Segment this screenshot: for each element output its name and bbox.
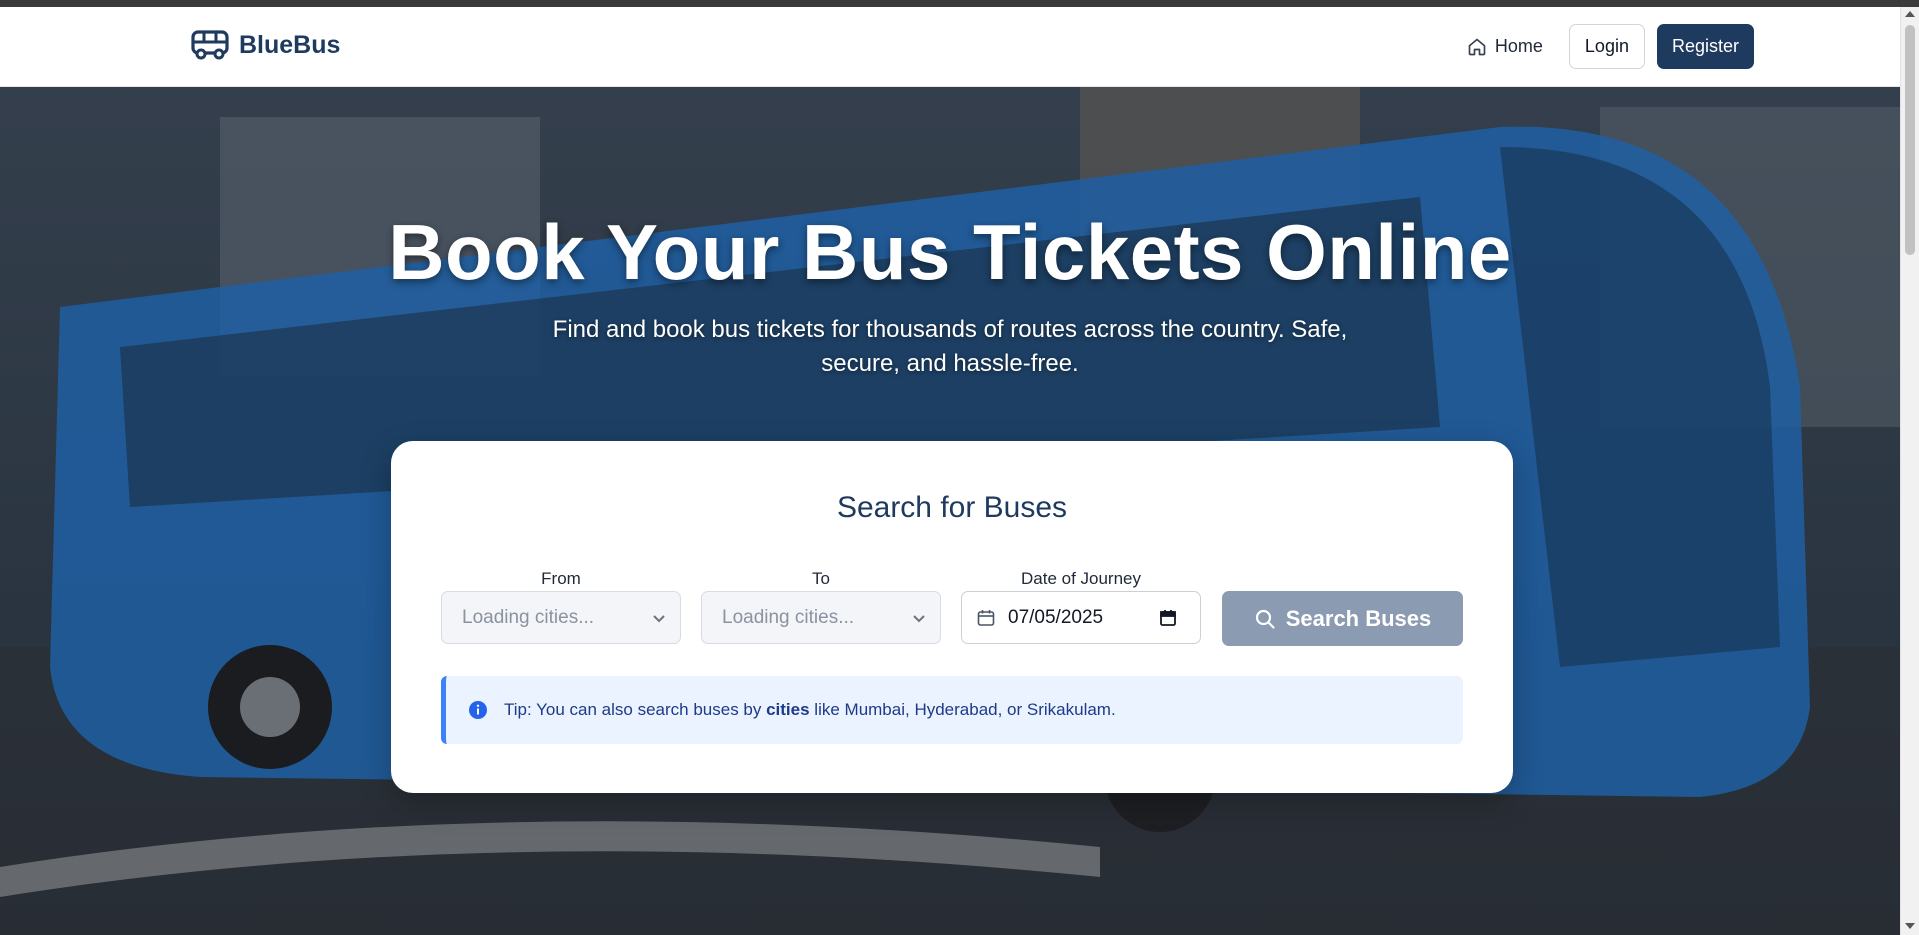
date-of-journey-input[interactable]: 07/05/2025 [961,591,1201,644]
search-icon [1255,609,1275,629]
navbar: BlueBus Home Login Register [0,7,1900,87]
from-select[interactable]: Loading cities... [441,591,681,644]
info-icon [469,701,487,719]
to-select-value: Loading cities... [722,606,855,628]
from-select-value: Loading cities... [462,606,595,628]
scroll-thumb[interactable] [1905,25,1915,255]
nav-home-label: Home [1494,36,1543,56]
page-scrollbar[interactable] [1900,7,1919,935]
hero-title: Book Your Bus Tickets Online [388,208,1512,296]
search-card: Search for Buses From Loading cities... … [391,441,1513,793]
nav-links: Home Login Register [1453,24,1754,69]
login-button[interactable]: Login [1568,24,1645,69]
hero-subtitle: Find and book bus tickets for thousands … [552,316,1348,377]
scroll-down-arrow[interactable] [1905,923,1915,929]
tip-suffix: like Mumbai, Hyderabad, or Srikakulam. [809,700,1116,719]
chevron-down-icon [653,615,665,623]
tip-text: Tip: You can also search buses by cities… [504,700,1116,720]
from-label: From [541,569,581,588]
search-card-title: Search for Buses [836,491,1068,524]
search-buses-label: Search Buses [1285,605,1432,631]
home-icon [1468,38,1486,55]
date-picker-icon[interactable] [1158,608,1178,628]
chevron-down-icon [913,615,925,623]
to-label: To [812,569,830,588]
bus-icon [191,30,229,60]
to-select[interactable]: Loading cities... [701,591,941,644]
calendar-icon [977,609,995,626]
tip-emphasis: cities [766,700,810,719]
date-value: 07/05/2025 [1008,606,1104,628]
tip-banner: Tip: You can also search buses by cities… [441,676,1463,744]
date-label: Date of Journey [1020,569,1141,588]
register-button[interactable]: Register [1656,24,1754,69]
tip-prefix: Tip: You can also search buses by [504,700,767,719]
search-buses-button[interactable]: Search Buses [1222,591,1463,646]
page-viewport: BlueBus Home Login Register Book Your Bu… [0,7,1900,935]
nav-home-link[interactable]: Home [1453,26,1557,67]
browser-top-strip [0,0,1919,7]
brand-logo-link[interactable]: BlueBus [191,30,340,60]
scroll-up-arrow[interactable] [1905,11,1915,17]
brand-name: BlueBus [239,30,341,59]
